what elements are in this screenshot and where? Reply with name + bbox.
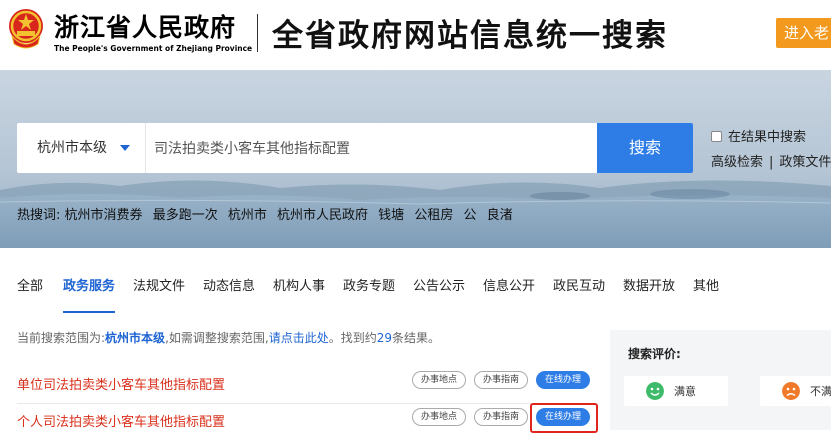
hotword-link[interactable]: 杭州市消费券 bbox=[65, 208, 143, 223]
org-name-en: The People's Government of Zhejiang Prov… bbox=[54, 44, 253, 53]
national-emblem-icon bbox=[9, 9, 43, 49]
tab-topics[interactable]: 政务专题 bbox=[343, 275, 395, 315]
tab-open-data[interactable]: 数据开放 bbox=[623, 275, 675, 315]
adjust-scope-link[interactable]: 请点击此处 bbox=[269, 331, 329, 345]
location-button[interactable]: 办事地点 bbox=[412, 371, 467, 389]
tab-other[interactable]: 其他 bbox=[693, 275, 719, 315]
within-results-option[interactable]: 在结果中搜索 bbox=[711, 126, 806, 145]
scope-info-middle: ,如需调整搜索范围, bbox=[165, 331, 269, 345]
frown-face-icon bbox=[782, 382, 800, 400]
smile-face-icon bbox=[646, 382, 664, 400]
chevron-down-icon bbox=[120, 145, 130, 151]
category-tabs: 全部 政务服务 法规文件 动态信息 机构人事 政务专题 公告公示 信息公开 政民… bbox=[0, 275, 831, 315]
location-button[interactable]: 办事地点 bbox=[412, 408, 467, 426]
tab-regulations[interactable]: 法规文件 bbox=[133, 275, 185, 315]
result-item: 个人司法拍卖类小客车其他指标配置 办事地点 办事指南 在线办理 bbox=[17, 403, 598, 440]
tab-all[interactable]: 全部 bbox=[17, 275, 43, 315]
advanced-search-link[interactable]: 高级检索 bbox=[711, 155, 763, 170]
result-title-link[interactable]: 单位司法拍卖类小客车其他指标配置 bbox=[17, 374, 225, 393]
tab-announcements[interactable]: 公告公示 bbox=[413, 275, 465, 315]
enter-old-version-button[interactable]: 进入老 bbox=[776, 18, 831, 48]
guide-button[interactable]: 办事指南 bbox=[474, 408, 529, 426]
tab-government-services[interactable]: 政务服务 bbox=[63, 275, 116, 315]
unsatisfied-label: 不满 bbox=[810, 385, 831, 398]
tab-disclosure[interactable]: 信息公开 bbox=[483, 275, 535, 315]
tab-interaction[interactable]: 政民互动 bbox=[553, 275, 605, 315]
result-count: 29 bbox=[376, 331, 393, 345]
scope-info-scope: 杭州市本级 bbox=[105, 331, 166, 345]
guide-button[interactable]: 办事指南 bbox=[474, 371, 529, 389]
search-banner: 杭州市本级 搜索 在结果中搜索 高级检索 | 政策文件 热搜词: 杭州市消费券 最多… bbox=[0, 70, 831, 248]
scope-select-label: 杭州市本级 bbox=[37, 140, 107, 156]
policy-docs-link[interactable]: 政策文件 bbox=[779, 155, 831, 170]
site-header: 浙江省人民政府 The People's Government of Zheji… bbox=[0, 0, 831, 70]
hotword-link[interactable]: 杭州市人民政府 bbox=[277, 208, 368, 223]
hotword-link[interactable]: 公租房 bbox=[414, 208, 453, 223]
header-divider bbox=[257, 14, 258, 52]
hotword-link[interactable]: 杭州市 bbox=[228, 208, 267, 223]
org-name-cn: 浙江省人民政府 bbox=[54, 13, 237, 42]
evaluation-title: 搜索评价: bbox=[628, 347, 681, 361]
scope-info-prefix: 当前搜索范围为: bbox=[17, 331, 106, 345]
result-item: 单位司法拍卖类小客车其他指标配置 办事地点 办事指南 在线办理 bbox=[17, 366, 595, 404]
hotword-link[interactable]: 公 bbox=[463, 208, 476, 223]
highlight-annotation-box bbox=[530, 403, 598, 433]
tab-personnel[interactable]: 机构人事 bbox=[273, 275, 325, 315]
search-input[interactable] bbox=[146, 123, 596, 173]
search-button[interactable]: 搜索 bbox=[597, 123, 693, 173]
scope-info-found: 。找到约 bbox=[328, 331, 377, 345]
hotwords-bar: 热搜词: 杭州市消费券 最多跑一次 杭州市 杭州市人民政府 钱塘 公租房 公 良… bbox=[17, 204, 519, 223]
satisfied-button[interactable]: 满意 bbox=[624, 376, 728, 406]
result-title-link[interactable]: 个人司法拍卖类小客车其他指标配置 bbox=[17, 411, 225, 430]
site-title: 全省政府网站信息统一搜索 bbox=[272, 18, 668, 54]
within-results-checkbox[interactable] bbox=[711, 131, 722, 142]
unsatisfied-button[interactable]: 不满 bbox=[760, 376, 831, 406]
hotword-link[interactable]: 钱塘 bbox=[378, 208, 404, 223]
scope-info-suffix: 条结果。 bbox=[392, 331, 441, 345]
hotword-link[interactable]: 最多跑一次 bbox=[153, 208, 218, 223]
within-results-label: 在结果中搜索 bbox=[728, 130, 807, 145]
hotword-link[interactable]: 良渚 bbox=[487, 208, 513, 223]
hotwords-label: 热搜词: bbox=[17, 208, 61, 223]
online-service-button[interactable]: 在线办理 bbox=[536, 371, 591, 389]
search-evaluation-panel: 搜索评价: 满意 不满 bbox=[610, 330, 831, 430]
advanced-links: 高级检索 | 政策文件 bbox=[711, 151, 831, 170]
tab-news[interactable]: 动态信息 bbox=[203, 275, 255, 315]
satisfied-label: 满意 bbox=[674, 385, 696, 398]
search-box: 杭州市本级 搜索 bbox=[17, 123, 693, 173]
search-scope-info: 当前搜索范围为:杭州市本级,如需调整搜索范围,请点击此处。找到约29条结果。 bbox=[17, 329, 440, 346]
link-separator: | bbox=[769, 155, 774, 170]
